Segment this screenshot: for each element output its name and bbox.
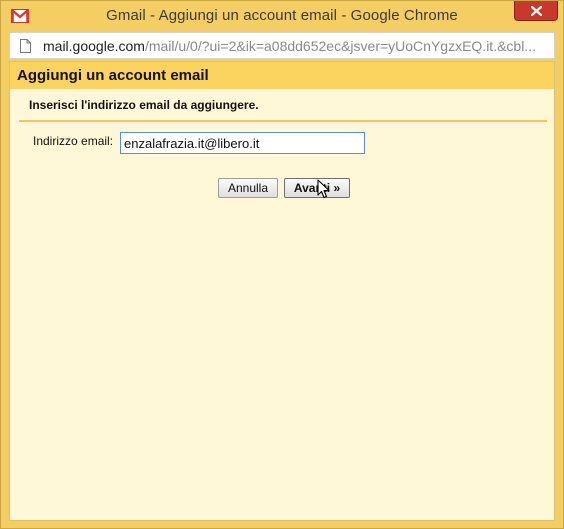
dialog-title: Aggiungi un account email (17, 67, 209, 84)
url-path: /mail/u/0/?ui=2&ik=a08dd652ec&jsver=yUoC… (144, 38, 536, 54)
page-icon (20, 39, 31, 58)
title-bar[interactable]: Gmail - Aggiungi un account email - Goog… (1, 1, 563, 31)
window-title: Gmail - Aggiungi un account email - Goog… (106, 7, 458, 24)
close-button[interactable] (514, 1, 558, 21)
cancel-button[interactable]: Annulla (218, 178, 278, 198)
browser-window: Gmail - Aggiungi un account email - Goog… (0, 0, 564, 529)
dialog-page: Aggiungi un account email Inserisci l'in… (9, 61, 555, 521)
url-host: mail.google.com (43, 38, 145, 54)
divider (19, 120, 547, 122)
instruction-text: Inserisci l'indirizzo email da aggiunger… (29, 98, 259, 112)
address-bar[interactable]: mail.google.com/mail/u/0/?ui=2&ik=a08dd6… (9, 32, 555, 59)
url-text[interactable]: mail.google.com/mail/u/0/?ui=2&ik=a08dd6… (43, 38, 548, 54)
close-icon (531, 6, 542, 16)
email-input[interactable] (120, 132, 365, 154)
email-label: Indirizzo email: (33, 134, 114, 148)
dialog-header: Aggiungi un account email (10, 62, 554, 89)
mouse-pointer-icon (317, 179, 331, 204)
